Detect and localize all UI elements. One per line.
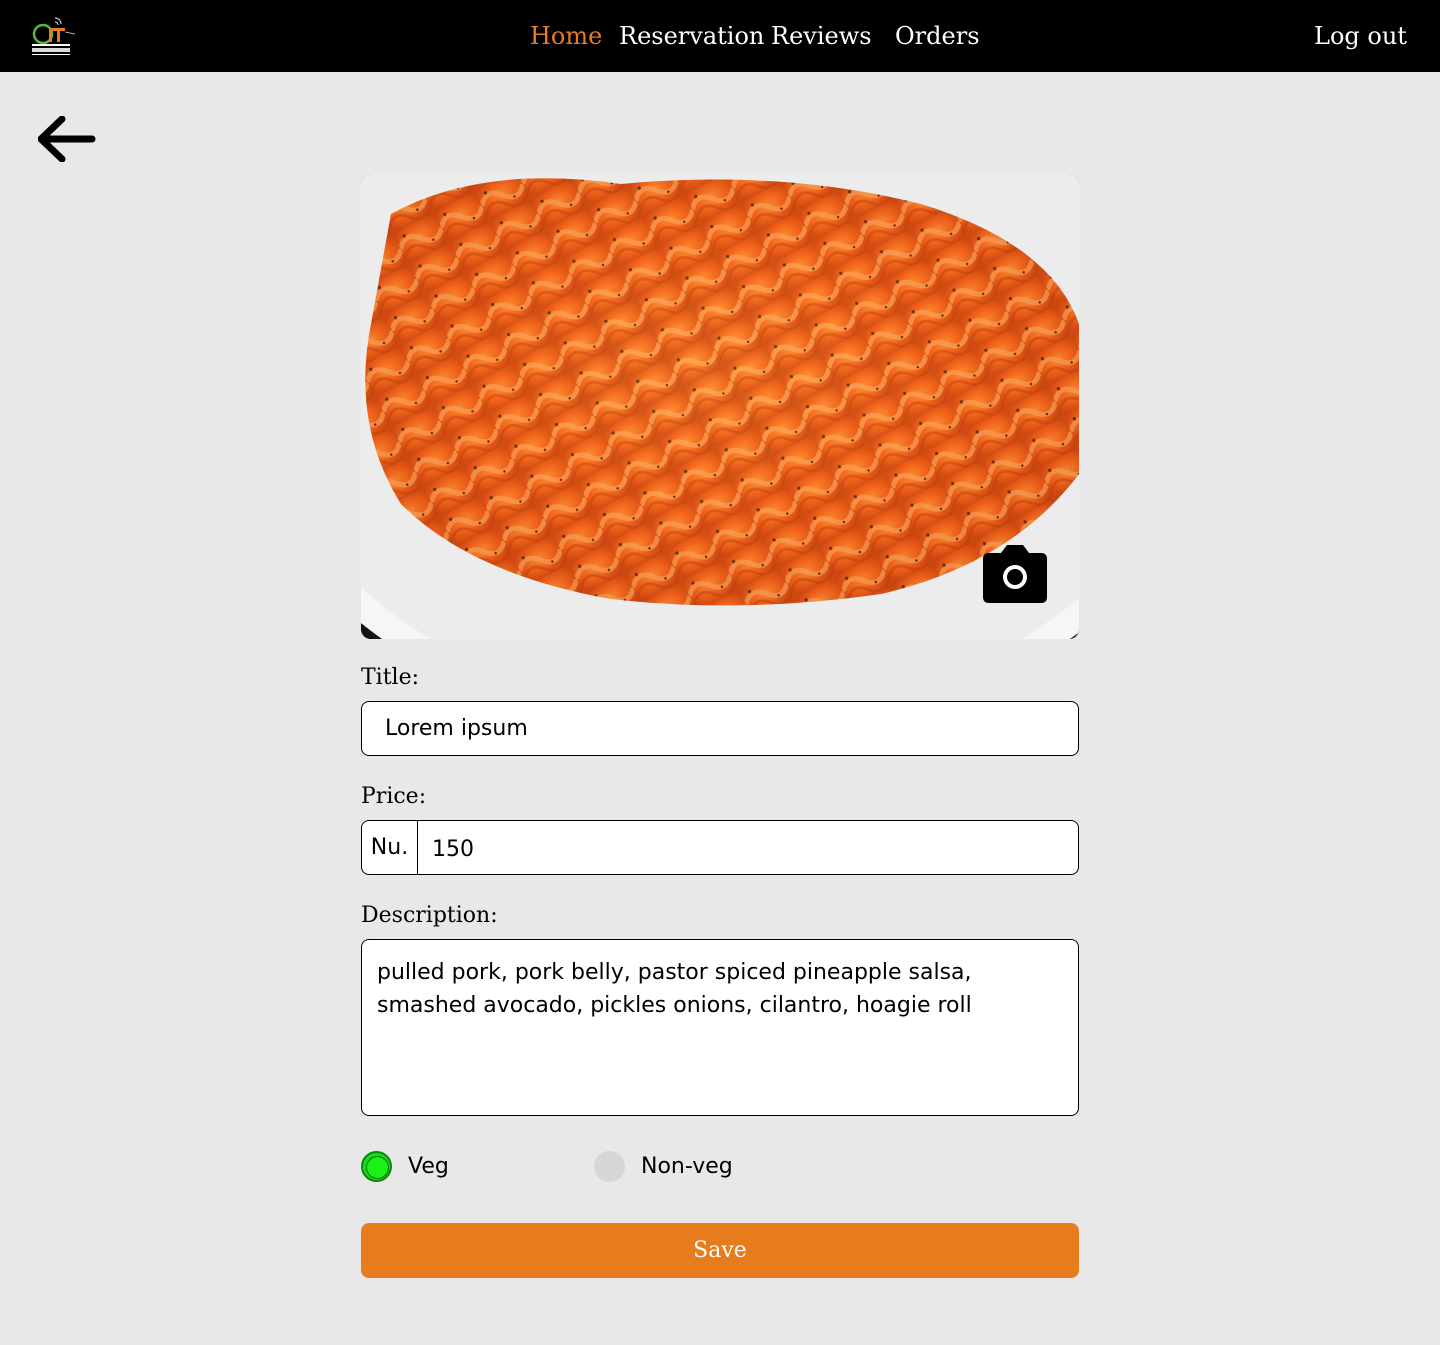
save-button[interactable]: Save	[361, 1223, 1079, 1278]
non-veg-radio[interactable]	[594, 1151, 625, 1182]
nav-orders[interactable]: Orders	[895, 18, 980, 54]
nav-reservation[interactable]: Reservation	[619, 18, 764, 54]
description-label: Description:	[361, 903, 498, 928]
price-input[interactable]: 150	[432, 821, 474, 874]
title-label: Title:	[361, 665, 420, 690]
veg-radio[interactable]	[361, 1151, 392, 1182]
veg-label[interactable]: Veg	[408, 1150, 449, 1183]
camera-icon[interactable]	[981, 543, 1049, 605]
nav-reviews[interactable]: Reviews	[771, 18, 872, 54]
price-label: Price:	[361, 784, 427, 809]
title-input[interactable]: Lorem ipsum	[361, 701, 1079, 756]
arrow-left-icon[interactable]	[37, 115, 96, 163]
top-navbar: Home Reservation Reviews Orders Log out	[0, 0, 1440, 72]
nav-home[interactable]: Home	[530, 18, 602, 54]
dish-image	[361, 174, 1079, 639]
description-textarea[interactable]: pulled pork, pork belly, pastor spiced p…	[361, 939, 1079, 1116]
non-veg-label[interactable]: Non-veg	[641, 1150, 733, 1183]
currency-prefix: Nu.	[362, 821, 418, 874]
price-field[interactable]: Nu. 150	[361, 820, 1079, 875]
cit-logo[interactable]	[30, 14, 80, 58]
logout-link[interactable]: Log out	[1314, 18, 1407, 54]
